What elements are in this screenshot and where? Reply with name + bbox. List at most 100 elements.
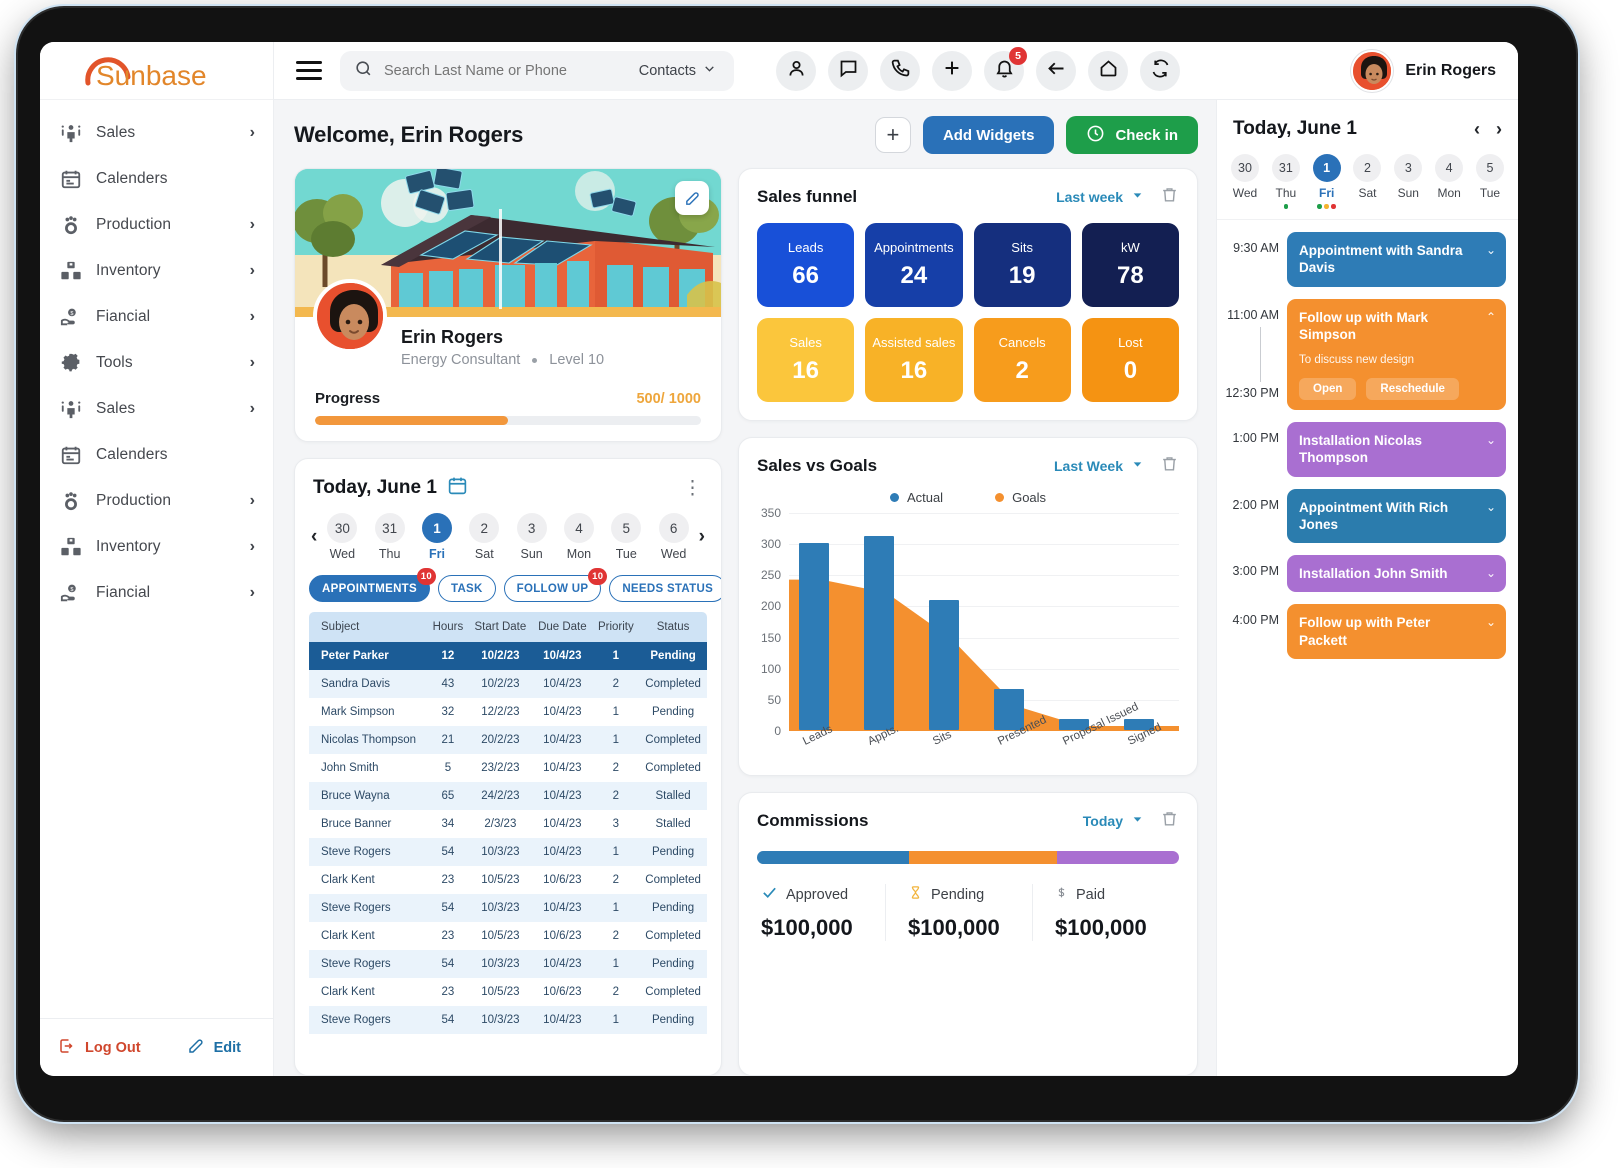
table-row[interactable]: Bruce Banner 34 2/3/23 10/4/23 3 Stalled (309, 810, 707, 838)
schedule-event-action-open[interactable]: Open (1299, 378, 1357, 401)
today-day-4[interactable]: 4 Mon (563, 513, 594, 561)
chevron-down-icon[interactable]: ⌄ (1486, 615, 1496, 629)
sidebar-item-production-2[interactable]: Production › (40, 202, 273, 248)
legend-item-actual[interactable]: Actual (889, 490, 943, 505)
commissions-range-dropdown[interactable]: Today (1083, 813, 1144, 829)
hamburger-menu-icon[interactable] (296, 56, 322, 85)
tasks-column-header[interactable]: Status (639, 612, 707, 642)
schedule-event-action-reschedule[interactable]: Reschedule (1366, 378, 1459, 401)
funnel-cell-sits[interactable]: Sits 19 (973, 223, 1071, 307)
today-day-6[interactable]: 6 Wed (658, 513, 689, 561)
table-row[interactable]: Mark Simpson 32 12/2/23 10/4/23 1 Pending (309, 698, 707, 726)
table-row[interactable]: John Smith 5 23/2/23 10/4/23 2 Completed (309, 754, 707, 782)
table-row[interactable]: Steve Rogers 54 10/3/23 10/4/23 1 Pending (309, 838, 707, 866)
chevron-down-icon[interactable]: ⌄ (1486, 433, 1496, 447)
schedule-event-card[interactable]: Appointment With Rich Jones ⌄ (1287, 488, 1506, 544)
today-day-30[interactable]: 30 Wed (327, 513, 358, 561)
table-row[interactable]: Peter Parker 12 10/2/23 10/4/23 1 Pending (309, 642, 707, 670)
today-day-31[interactable]: 31 Thu (374, 513, 405, 561)
sidebar-item-inventory-3[interactable]: Inventory › (40, 248, 273, 294)
funnel-cell-kw[interactable]: kW 78 (1081, 223, 1179, 307)
delete-widget-icon[interactable] (1160, 185, 1179, 209)
chevron-down-icon[interactable]: ⌄ (1486, 500, 1496, 514)
funnel-cell-cancels[interactable]: Cancels 2 (973, 318, 1071, 402)
today-day-3[interactable]: 3 Sun (516, 513, 547, 561)
sidebar-item-sales-6[interactable]: Sales › (40, 386, 273, 432)
brand-logo[interactable]: Sunbase (40, 42, 273, 100)
tasks-column-header[interactable]: Start Date (468, 612, 533, 642)
home-icon-button[interactable] (1088, 50, 1128, 91)
schedule-event-card[interactable]: Installation Nicolas Thompson ⌄ (1287, 422, 1506, 477)
today-day-5[interactable]: 5 Tue (611, 513, 642, 561)
sidebar-item-production-8[interactable]: Production › (40, 478, 273, 524)
table-row[interactable]: Sandra Davis 43 10/2/23 10/4/23 2 Completed (309, 670, 707, 698)
sidebar-item-tools-5[interactable]: Tools › (40, 340, 273, 386)
filter-chip-needs-status[interactable]: NEEDS STATUS (609, 575, 721, 602)
prev-day-button[interactable]: ‹ (307, 526, 321, 548)
tasks-column-header[interactable]: Subject (309, 612, 428, 642)
funnel-cell-assisted-sales[interactable]: Assisted sales 16 (865, 318, 963, 402)
chevron-down-icon[interactable]: ⌄ (1486, 566, 1496, 580)
chevron-down-icon[interactable]: ⌄ (1486, 243, 1496, 257)
add-widgets-button[interactable]: Add Widgets (922, 116, 1055, 154)
edit-cover-button[interactable] (675, 181, 709, 215)
schedule-day-2[interactable]: 2 Sat (1353, 154, 1382, 209)
check-in-button[interactable]: Check in (1066, 116, 1198, 154)
table-row[interactable]: Clark Kent 23 10/5/23 10/6/23 2 Completed (309, 866, 707, 894)
table-row[interactable]: Steve Rogers 54 10/3/23 10/4/23 1 Pending (309, 1006, 707, 1034)
table-row[interactable]: Nicolas Thompson 21 20/2/23 10/4/23 1 Complet… (309, 726, 707, 754)
calendar-icon[interactable] (447, 475, 468, 501)
schedule-event-card[interactable]: Follow up with Peter Packett ⌄ (1287, 604, 1506, 659)
funnel-cell-appointments[interactable]: Appointments 24 (865, 223, 963, 307)
funnel-cell-sales[interactable]: Sales 16 (757, 318, 855, 402)
legend-item-goals[interactable]: Goals (995, 490, 1046, 505)
filter-chip-follow-up[interactable]: FOLLOW UP 10 (503, 568, 608, 602)
schedule-day-30[interactable]: 30 Wed (1231, 154, 1259, 209)
schedule-next-button[interactable]: › (1496, 119, 1502, 140)
tasks-column-header[interactable]: Hours (427, 612, 469, 642)
schedule-day-5[interactable]: 5 Tue (1475, 154, 1504, 209)
sidebar-item-fiancial-10[interactable]: $ Fiancial › (40, 570, 273, 616)
schedule-event-card[interactable]: Installation John Smith ⌄ (1287, 555, 1506, 593)
tasks-column-header[interactable]: Priority (592, 612, 640, 642)
person-icon-button[interactable] (776, 50, 816, 91)
schedule-day-31[interactable]: 31 Thu (1271, 154, 1300, 209)
back-arrow-icon-button[interactable] (1036, 50, 1076, 91)
sales-vs-goals-range-dropdown[interactable]: Last Week (1054, 458, 1144, 474)
schedule-day-1[interactable]: 1 Fri (1312, 154, 1341, 209)
add-widget-plus-button[interactable]: + (874, 117, 911, 153)
today-day-1[interactable]: 1 Fri (421, 513, 452, 561)
plus-icon-button[interactable] (932, 50, 972, 91)
table-row[interactable]: Clark Kent 23 10/5/23 10/6/23 2 Completed (309, 922, 707, 950)
table-row[interactable]: Bruce Wayna 65 24/2/23 10/4/23 2 Stalled (309, 782, 707, 810)
edit-button[interactable]: Edit (187, 1037, 241, 1059)
table-row[interactable]: Steve Rogers 54 10/3/23 10/4/23 1 Pending (309, 894, 707, 922)
chat-icon-button[interactable] (828, 50, 868, 91)
user-menu[interactable]: Erin Rogers (1351, 49, 1496, 92)
filter-chip-appointments[interactable]: APPOINTMENTS 10 (309, 568, 436, 602)
sidebar-item-calenders-7[interactable]: Calenders (40, 432, 273, 478)
search-input[interactable] (384, 62, 628, 79)
sidebar-item-inventory-9[interactable]: Inventory › (40, 524, 273, 570)
phone-icon-button[interactable] (880, 50, 920, 91)
table-row[interactable]: Steve Rogers 54 10/3/23 10/4/23 1 Pending (309, 950, 707, 978)
delete-widget-icon[interactable] (1160, 809, 1179, 833)
search-scope-dropdown[interactable]: Contacts (639, 62, 720, 79)
sidebar-item-calenders-1[interactable]: Calenders (40, 156, 273, 202)
refresh-icon-button[interactable] (1140, 50, 1180, 91)
table-row[interactable]: Clark Kent 23 10/5/23 10/6/23 2 Completed (309, 978, 707, 1006)
chevron-down-icon[interactable]: ⌃ (1486, 310, 1496, 324)
schedule-prev-button[interactable]: ‹ (1474, 119, 1480, 140)
filter-chip-task[interactable]: TASK (437, 575, 496, 602)
schedule-day-4[interactable]: 4 Mon (1435, 154, 1464, 209)
search-bar[interactable]: Contacts (340, 50, 734, 91)
bell-icon-button[interactable]: 5 (984, 46, 1027, 91)
funnel-cell-leads[interactable]: Leads 66 (757, 223, 855, 307)
logout-button[interactable]: Log Out (58, 1037, 141, 1059)
schedule-event-card[interactable]: Appointment with Sandra Davis ⌄ (1287, 232, 1506, 287)
schedule-event-card[interactable]: Follow up with Mark Simpson To discuss ne… (1287, 298, 1506, 411)
funnel-cell-lost[interactable]: Lost 0 (1081, 318, 1179, 402)
today-card-menu-icon[interactable]: ⋮ (683, 477, 703, 500)
tasks-column-header[interactable]: Due Date (532, 612, 593, 642)
sales-funnel-range-dropdown[interactable]: Last week (1056, 189, 1144, 205)
